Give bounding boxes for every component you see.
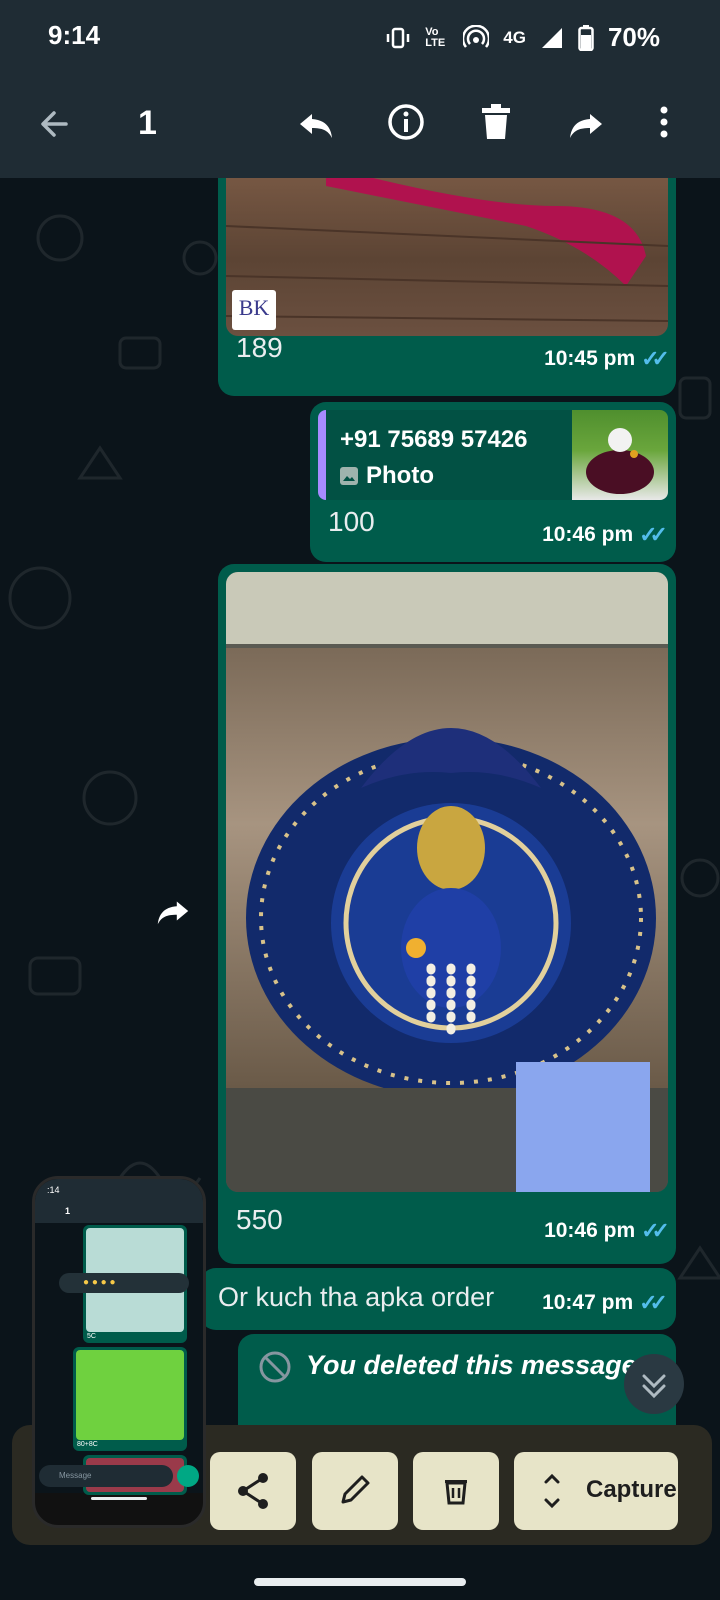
quote-accent-bar (318, 410, 326, 500)
reply-icon[interactable] (296, 104, 336, 144)
more-vert-icon[interactable] (654, 102, 674, 142)
screenshot-preview-thumbnail[interactable]: :14 1 5C ● ● ● ● 80+8C Message (32, 1176, 206, 1528)
photo-blue-overlay (516, 1062, 650, 1192)
info-icon[interactable] (386, 102, 426, 142)
capture-more-button[interactable]: Capture (514, 1452, 678, 1530)
battery-percent: 70% (607, 22, 660, 52)
message-photo[interactable] (226, 572, 668, 1192)
edit-button[interactable] (312, 1452, 398, 1530)
mini-mic-button (177, 1465, 199, 1487)
message-caption: 100 (328, 506, 375, 537)
message-time: 10:47 pm (542, 1291, 634, 1314)
message-caption: 189 (236, 332, 283, 363)
read-ticks-icon: ✓✓ (639, 522, 668, 547)
message-time: 10:46 pm (542, 523, 634, 546)
message-bubble-image-selected[interactable]: 550 10:46 pm ✓✓ (218, 564, 676, 1264)
photo-icon (340, 467, 358, 485)
vibrate-icon (387, 27, 410, 48)
quote-thumbnail (572, 410, 668, 500)
mini-bubble: 80+8C (73, 1347, 187, 1451)
forward-icon[interactable] (566, 104, 606, 144)
status-time: 9:14 (48, 20, 101, 50)
expand-icon (544, 1473, 560, 1509)
network-type: 4G (503, 27, 526, 47)
message-bubble-text[interactable]: Or kuch tha apka order 10:47 pm ✓✓ (200, 1268, 676, 1330)
edit-icon (341, 1475, 370, 1504)
status-bar: 9:14 Vo LTE 4G 70% (0, 0, 720, 72)
message-meta: 10:46 pm ✓✓ (542, 522, 668, 548)
velvet-cloth-graphic (226, 178, 668, 322)
message-bubble-image[interactable]: BK 189 10:45 pm ✓✓ (218, 178, 676, 396)
volte-icon: Vo LTE (425, 25, 446, 49)
mini-nav-pill (91, 1497, 147, 1500)
mini-chat: 5C ● ● ● ● 80+8C (35, 1223, 203, 1495)
signal-icon (541, 27, 562, 48)
photo-main (226, 648, 668, 1098)
delete-icon[interactable] (478, 102, 514, 142)
delete-icon (445, 1480, 467, 1505)
blocked-icon (259, 1351, 291, 1383)
selection-app-bar: 1 (0, 72, 720, 178)
capture-label: Capture (586, 1476, 677, 1503)
message-text: Or kuch tha apka order (218, 1282, 495, 1312)
message-caption: 550 (236, 1204, 283, 1235)
message-time: 10:45 pm (544, 347, 636, 370)
quote-sender: +91 75689 57426 (340, 426, 528, 453)
gesture-nav-bar[interactable] (254, 1578, 466, 1586)
mini-status-bar: :14 (35, 1179, 203, 1201)
share-icon (238, 1473, 268, 1509)
message-time: 10:46 pm (544, 1219, 636, 1242)
brand-logo: BK (232, 290, 276, 330)
forward-shortcut-icon[interactable] (154, 892, 192, 930)
battery-icon (578, 24, 594, 51)
hotspot-icon (463, 24, 490, 48)
read-ticks-icon: ✓✓ (641, 1218, 670, 1243)
read-ticks-icon: ✓✓ (639, 1290, 668, 1315)
mini-input-bar: Message (39, 1465, 199, 1487)
message-meta: 10:47 pm ✓✓ (542, 1290, 668, 1316)
read-ticks-icon: ✓✓ (641, 346, 670, 371)
quote-type: Photo (366, 462, 434, 489)
scroll-to-bottom-button[interactable] (624, 1354, 684, 1414)
message-meta: 10:46 pm ✓✓ (544, 1218, 670, 1244)
quoted-message[interactable]: +91 75689 57426 Photo (318, 410, 668, 500)
deleted-message-text: You deleted this message (306, 1350, 637, 1380)
message-meta: 10:45 pm ✓✓ (544, 346, 670, 372)
share-button[interactable] (210, 1452, 296, 1530)
delete-screenshot-button[interactable] (413, 1452, 499, 1530)
mini-emoji-bar: ● ● ● ● (59, 1273, 189, 1293)
double-chevron-down-icon (642, 1374, 666, 1399)
status-icons: Vo LTE 4G 70% (385, 22, 660, 53)
message-bubble-reply[interactable]: +91 75689 57426 Photo 100 10:46 pm ✓✓ (310, 402, 676, 562)
mini-app-bar: 1 (35, 1201, 203, 1223)
message-photo[interactable]: BK (226, 178, 668, 336)
back-arrow-icon[interactable] (36, 106, 72, 142)
photo-top-band (226, 572, 668, 644)
selected-count: 1 (138, 104, 157, 142)
